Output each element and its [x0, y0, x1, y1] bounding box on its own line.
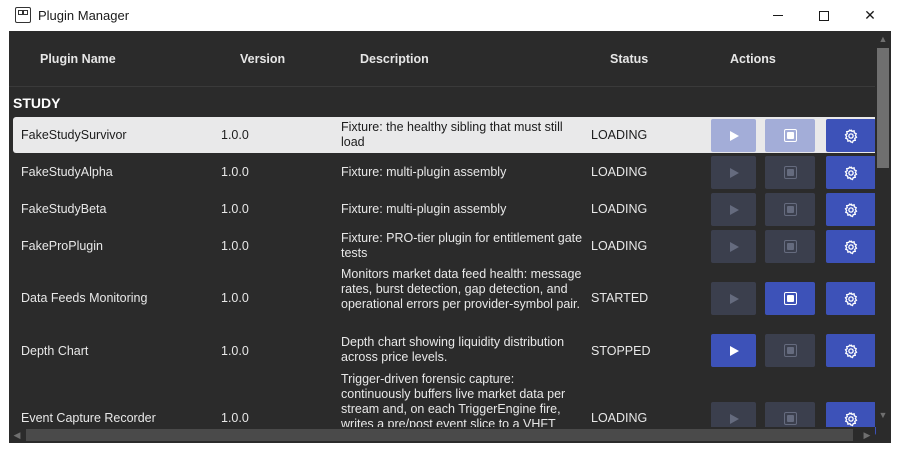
table-row[interactable]: Depth Chart 1.0.0 Depth chart showing li…	[13, 332, 891, 368]
play-icon	[730, 204, 739, 215]
plugin-description: Fixture: the healthy sibling that must s…	[341, 120, 563, 149]
minimize-button[interactable]	[755, 0, 801, 31]
table-row[interactable]: FakeStudySurvivor 1.0.0 Fixture: the hea…	[13, 117, 891, 153]
vertical-scroll-thumb[interactable]	[877, 48, 889, 168]
plugin-status: LOADING	[591, 165, 648, 179]
plugin-status: LOADING	[591, 202, 648, 216]
plugin-version: 1.0.0	[221, 202, 249, 216]
settings-button[interactable]	[826, 119, 876, 152]
plugin-status: LOADING	[591, 239, 648, 253]
header-status: Status	[610, 52, 649, 66]
play-button[interactable]	[711, 230, 756, 263]
plugin-description: Fixture: multi-plugin assembly	[341, 165, 507, 179]
plugin-status: LOADING	[591, 411, 648, 425]
stop-button[interactable]	[765, 156, 815, 189]
title-bar: Plugin Manager ✕	[0, 0, 900, 31]
table-row[interactable]: FakeStudyBeta 1.0.0 Fixture: multi-plugi…	[13, 192, 891, 227]
settings-button[interactable]	[826, 156, 876, 189]
plugin-name: Event Capture Recorder	[21, 411, 156, 425]
play-button[interactable]	[711, 156, 756, 189]
play-button[interactable]	[711, 282, 756, 315]
plugin-status: STARTED	[591, 291, 649, 305]
play-button[interactable]	[711, 334, 756, 367]
stop-button[interactable]	[765, 193, 815, 226]
stop-icon	[783, 240, 797, 253]
settings-button[interactable]	[826, 334, 876, 367]
gear-icon	[844, 202, 858, 217]
horizontal-scroll-thumb[interactable]	[26, 429, 853, 441]
plugin-status: LOADING	[591, 128, 648, 142]
horizontal-scrollbar[interactable]: ◀ ▶	[9, 427, 875, 443]
plugin-version: 1.0.0	[221, 344, 249, 358]
settings-button[interactable]	[826, 282, 876, 315]
play-icon	[730, 241, 739, 252]
group-header-study: STUDY	[13, 95, 61, 111]
maximize-icon	[819, 10, 829, 21]
maximize-button[interactable]	[801, 0, 847, 31]
app-icon	[15, 7, 31, 23]
window-frame-bottom	[0, 443, 900, 450]
gear-icon	[844, 165, 858, 180]
gear-icon	[844, 128, 858, 143]
header-description: Description	[360, 52, 429, 66]
window-title: Plugin Manager	[38, 8, 130, 23]
table-row[interactable]: FakeProPlugin 1.0.0 Fixture: PRO-tier pl…	[13, 229, 891, 264]
vertical-scrollbar[interactable]: ▲ ▼	[875, 31, 891, 427]
gear-icon	[844, 343, 858, 358]
plugin-status: STOPPED	[591, 344, 651, 358]
header-version: Version	[240, 52, 286, 66]
stop-icon	[783, 166, 797, 179]
stop-button[interactable]	[765, 230, 815, 263]
play-button[interactable]	[711, 193, 756, 226]
scroll-right-icon[interactable]: ▶	[859, 430, 875, 441]
stop-icon	[783, 129, 797, 142]
close-icon: ✕	[864, 7, 876, 23]
table-header: Plugin Name Version Description Status A…	[9, 31, 875, 87]
play-icon	[730, 167, 739, 178]
plugin-name: Depth Chart	[21, 344, 89, 358]
scroll-left-icon[interactable]: ◀	[9, 430, 25, 441]
stop-button[interactable]	[765, 282, 815, 315]
close-button[interactable]: ✕	[847, 0, 893, 31]
plugin-description: Monitors market data feed health: messag…	[341, 267, 582, 311]
settings-button[interactable]	[826, 193, 876, 226]
plugin-name: FakeStudySurvivor	[21, 128, 127, 142]
plugin-version: 1.0.0	[221, 239, 249, 253]
stop-icon	[783, 292, 797, 305]
gear-icon	[844, 291, 858, 306]
scroll-up-icon[interactable]: ▲	[875, 34, 891, 44]
plugin-version: 1.0.0	[221, 411, 249, 425]
table-row[interactable]: Data Feeds Monitoring 1.0.0 Monitors mar…	[13, 266, 891, 330]
stop-icon	[783, 203, 797, 216]
play-button[interactable]	[711, 119, 756, 152]
plugin-description: Fixture: multi-plugin assembly	[341, 202, 507, 216]
plugin-description: Trigger-driven forensic capture: continu…	[341, 372, 566, 431]
stop-button[interactable]	[765, 334, 815, 367]
stop-icon	[783, 344, 797, 357]
plugin-version: 1.0.0	[221, 291, 249, 305]
plugin-name: FakeStudyBeta	[21, 202, 107, 216]
header-plugin-name: Plugin Name	[40, 52, 116, 66]
settings-button[interactable]	[826, 230, 876, 263]
plugin-name: FakeStudyAlpha	[21, 165, 113, 179]
header-actions: Actions	[730, 52, 776, 66]
plugin-name: FakeProPlugin	[21, 239, 103, 253]
play-icon	[730, 130, 739, 141]
play-icon	[730, 413, 739, 424]
gear-icon	[844, 411, 858, 426]
plugin-name: Data Feeds Monitoring	[21, 291, 148, 305]
stop-button[interactable]	[765, 119, 815, 152]
plugin-table: Plugin Name Version Description Status A…	[9, 31, 891, 443]
plugin-version: 1.0.0	[221, 165, 249, 179]
table-row[interactable]: FakeStudyAlpha 1.0.0 Fixture: multi-plug…	[13, 155, 891, 190]
plugin-description: Fixture: PRO-tier plugin for entitlement…	[341, 231, 583, 260]
plugin-description: Depth chart showing liquidity distributi…	[341, 335, 565, 364]
scroll-down-icon[interactable]: ▼	[875, 410, 891, 420]
gear-icon	[844, 239, 858, 254]
play-icon	[730, 293, 739, 304]
plugin-version: 1.0.0	[221, 128, 249, 142]
stop-icon	[783, 412, 797, 425]
minimize-icon	[773, 15, 783, 16]
play-icon	[730, 345, 739, 356]
